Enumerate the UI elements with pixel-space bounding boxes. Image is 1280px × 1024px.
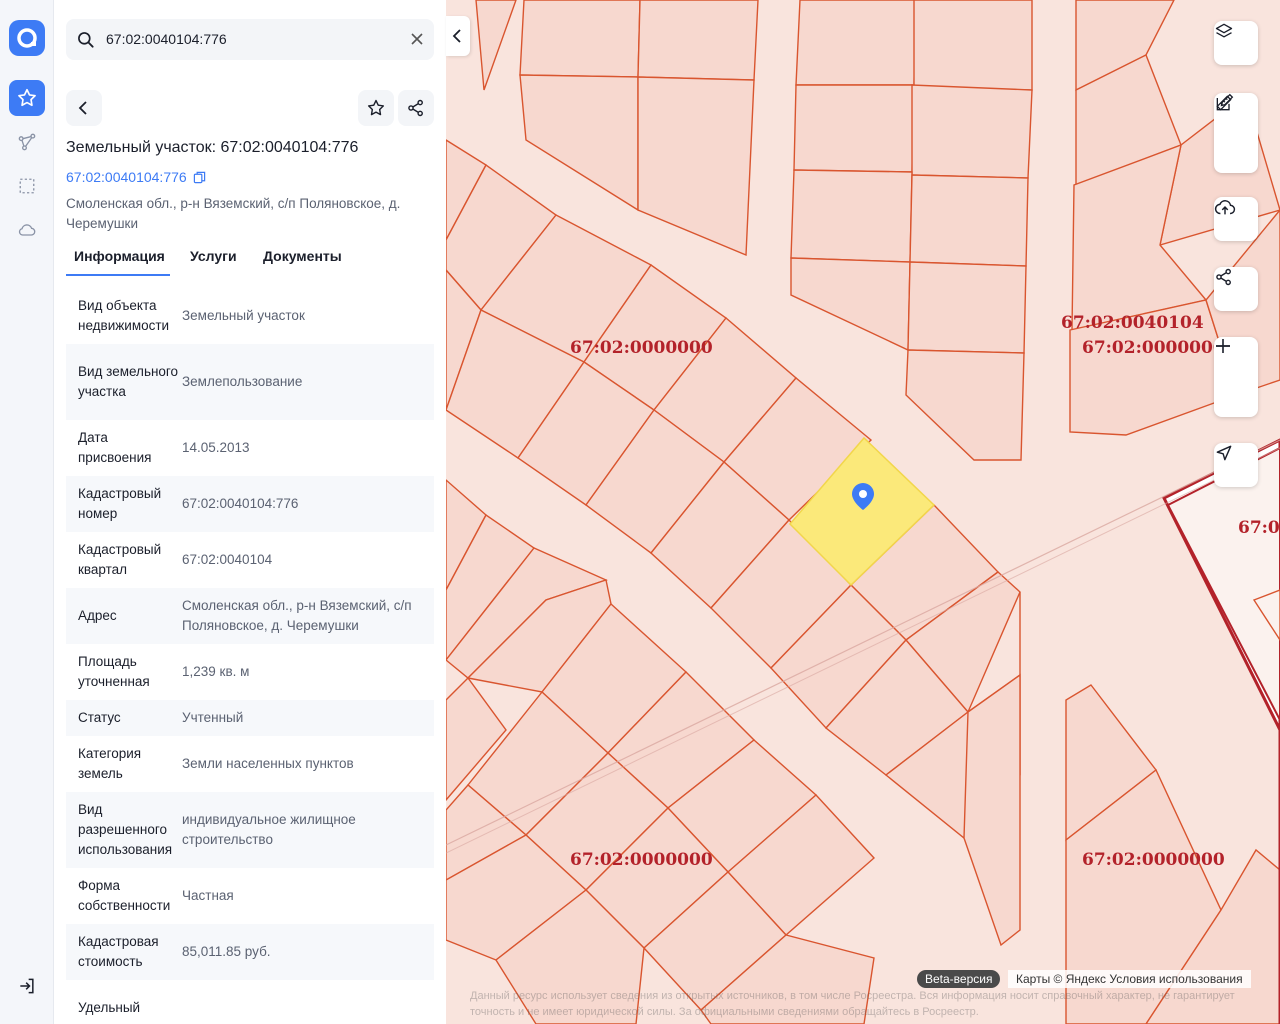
share-icon — [1216, 268, 1231, 286]
row-key: Удельный — [78, 1000, 141, 1015]
tab-services[interactable]: Услуги — [190, 248, 237, 264]
upload-icon — [1214, 200, 1236, 215]
row-key: Вид земельного участка — [78, 364, 179, 399]
logout-button[interactable] — [9, 968, 45, 1004]
cadastral-number-link[interactable]: 67:02:0040104:776 — [66, 169, 206, 185]
map-canvas[interactable]: 67:02:0000000 67:02:0040104 67:02:000000… — [446, 0, 1280, 1024]
back-button[interactable] — [66, 90, 102, 126]
cadastral-map[interactable] — [446, 0, 1280, 1024]
route-icon — [18, 133, 36, 151]
table-row: Удельный — [66, 980, 434, 1024]
table-row: Форма собственности Частная — [66, 868, 434, 924]
row-value: Учтенный — [182, 710, 244, 725]
row-key: Статус — [78, 710, 121, 725]
star-icon — [367, 99, 385, 116]
beta-badge: Beta-версия — [917, 970, 1001, 988]
row-value: Землепользование — [182, 374, 303, 389]
route-nav-button[interactable] — [9, 124, 45, 160]
clear-search-icon[interactable] — [410, 32, 424, 51]
row-key: Адрес — [78, 608, 117, 623]
row-key: Форма собственности — [78, 878, 171, 913]
locate-button[interactable] — [1214, 443, 1258, 487]
tools-group — [1214, 93, 1258, 173]
app-logo[interactable] — [9, 20, 45, 56]
row-key: Кадастровый квартал — [78, 542, 162, 577]
row-key: Площадь уточненная — [78, 654, 150, 689]
row-value: Частная — [182, 888, 234, 903]
cloud-icon — [18, 224, 36, 236]
row-value: индивидуальное жилищное строительство — [182, 812, 356, 847]
tab-information[interactable]: Информация — [74, 248, 165, 264]
row-key: Кадастровая стоимость — [78, 934, 159, 969]
row-key: Кадастровый номер — [78, 486, 162, 521]
select-area-nav-button[interactable] — [9, 168, 45, 204]
row-key: Категория земель — [78, 746, 142, 781]
map-credits[interactable]: Карты © Яндекс Условия использования — [1008, 970, 1251, 988]
table-row: Кадастровая стоимость 85,011.85 руб. — [66, 924, 434, 980]
row-value: 85,011.85 руб. — [182, 944, 271, 959]
logout-icon — [20, 978, 34, 994]
left-rail — [0, 0, 54, 1024]
favorite-button[interactable] — [358, 90, 394, 126]
layers-icon — [1215, 23, 1233, 38]
copy-icon[interactable] — [193, 171, 206, 184]
table-row: Кадастровый номер 67:02:0040104:776 — [66, 476, 434, 532]
collapse-panel-button[interactable] — [446, 16, 470, 56]
locate-icon — [1216, 445, 1232, 461]
row-value: Земельный участок — [182, 308, 305, 323]
table-row: Адрес Смоленская обл., р-н Вяземский, с/п… — [66, 588, 434, 644]
layers-button[interactable] — [1214, 21, 1258, 65]
table-row: Вид земельного участка Землепользование — [66, 344, 434, 420]
search-icon — [76, 30, 96, 55]
row-value: Смоленская обл., р-н Вяземский, с/п Поля… — [182, 598, 412, 633]
chevron-left-icon — [452, 29, 461, 43]
map-label: 67:02:0000000 — [1082, 850, 1225, 870]
row-value: Земли населенных пунктов — [182, 756, 354, 771]
row-value: 1,239 кв. м — [182, 664, 250, 679]
search-input[interactable]: 67:02:0040104:776 — [106, 31, 227, 47]
map-label: 67:02:0000000 — [1082, 338, 1225, 358]
zoom-out-icon[interactable] — [1214, 337, 1232, 355]
row-value: 14.05.2013 — [182, 440, 250, 455]
map-share-button[interactable] — [1214, 267, 1258, 311]
chevron-left-icon — [78, 101, 87, 115]
upload-button[interactable] — [1214, 197, 1258, 241]
select-area-icon — [19, 178, 35, 194]
row-key: Вид объекта недвижимости — [78, 298, 170, 333]
table-row: Категория земель Земли населенных пунктов — [66, 736, 434, 792]
parcel-address: Смоленская обл., р-н Вяземский, с/п Поля… — [66, 196, 401, 231]
map-label: 67:02:0000000 — [570, 850, 713, 870]
table-row: Дата присвоения 14.05.2013 — [66, 420, 434, 476]
info-table: Вид объекта недвижимости Земельный участо… — [66, 288, 434, 1024]
favorites-nav-button[interactable] — [9, 80, 45, 116]
tab-bar: Информация Услуги Документы — [66, 244, 434, 276]
zoom-controls — [1214, 337, 1258, 417]
tab-documents[interactable]: Документы — [263, 248, 342, 264]
row-value: 67:02:0040104 — [182, 552, 273, 567]
row-key: Дата присвоения — [78, 430, 152, 465]
row-key: Вид разрешенного использования — [78, 802, 173, 857]
edit-icon[interactable] — [1214, 93, 1234, 113]
map-label: 67:02 — [1238, 518, 1280, 538]
table-row: Вид разрешенного использования индивидуал… — [66, 792, 434, 868]
cadastral-number-text[interactable]: 67:02:0040104:776 — [66, 169, 187, 185]
info-panel: 67:02:0040104:776 Земельный участок: 67:… — [54, 0, 446, 1024]
row-value: 67:02:0040104:776 — [182, 496, 299, 511]
star-icon — [18, 88, 36, 107]
share-button[interactable] — [398, 90, 434, 126]
active-tab-indicator — [66, 274, 170, 276]
page-title: Земельный участок: 67:02:0040104:776 — [66, 139, 359, 156]
cloud-nav-button[interactable] — [9, 212, 45, 248]
logo-icon — [17, 28, 37, 48]
table-row: Статус Учтенный — [66, 700, 434, 736]
table-row: Кадастровый квартал 67:02:0040104 — [66, 532, 434, 588]
disclaimer-text: Данный ресурс использует сведения из отк… — [470, 990, 1235, 1018]
share-icon — [408, 99, 423, 117]
map-label: 67:02:0000000 — [570, 338, 713, 358]
table-row: Вид объекта недвижимости Земельный участо… — [66, 288, 434, 344]
table-row: Площадь уточненная 1,239 кв. м — [66, 644, 434, 700]
map-label: 67:02:0040104 — [1061, 313, 1204, 333]
search-bar[interactable]: 67:02:0040104:776 — [66, 19, 434, 60]
